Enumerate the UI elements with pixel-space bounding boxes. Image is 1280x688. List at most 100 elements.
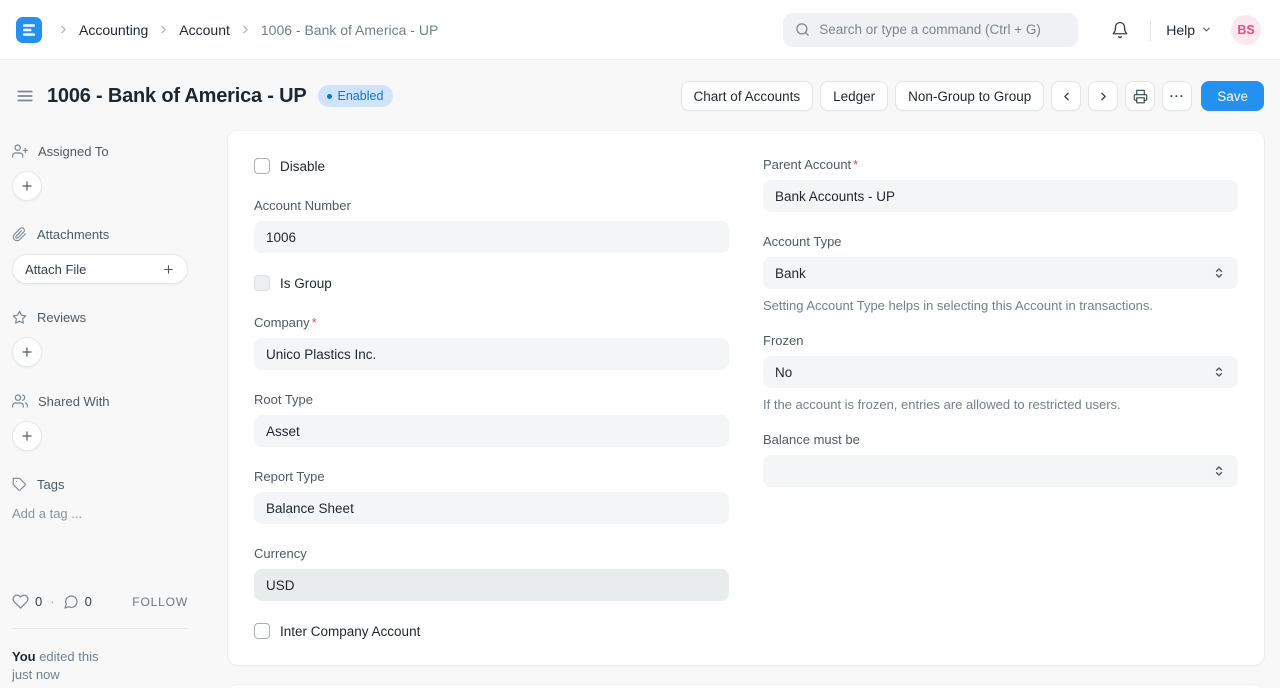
- ledger-button[interactable]: Ledger: [820, 81, 888, 111]
- comment-bubble-icon[interactable]: [63, 594, 79, 610]
- root-type-input[interactable]: Asset: [254, 415, 729, 447]
- top-navbar: Accounting Account 1006 - Bank of Americ…: [0, 0, 1280, 60]
- parent-account-input[interactable]: Bank Accounts - UP: [763, 180, 1238, 212]
- paperclip-icon: [12, 227, 27, 242]
- root-type-field: Root Type Asset: [254, 392, 729, 447]
- activity-edited: You edited this just now: [12, 648, 188, 685]
- follow-button[interactable]: FOLLOW: [132, 595, 188, 609]
- breadcrumb-current: 1006 - Bank of America - UP: [261, 22, 438, 38]
- previous-record-button[interactable]: [1051, 81, 1081, 111]
- report-type-label: Report Type: [254, 469, 729, 484]
- shared-with-section: Shared With: [12, 389, 188, 451]
- status-badge: Enabled: [318, 85, 394, 107]
- frozen-label: Frozen: [763, 333, 1238, 348]
- is-group-field: Is Group: [254, 275, 729, 291]
- status-dot-icon: [327, 94, 332, 99]
- currency-label: Currency: [254, 546, 729, 561]
- is-group-label: Is Group: [280, 276, 332, 291]
- breadcrumb-accounting[interactable]: Accounting: [79, 22, 148, 38]
- add-assignment-button[interactable]: [12, 171, 42, 201]
- disable-field: Disable: [254, 158, 729, 174]
- divider: [12, 628, 188, 629]
- account-number-input[interactable]: 1006: [254, 221, 729, 253]
- required-asterisk: *: [853, 157, 858, 172]
- plus-icon: [162, 263, 175, 276]
- account-type-select[interactable]: Bank: [763, 257, 1238, 289]
- global-search[interactable]: [783, 13, 1078, 47]
- root-type-label: Root Type: [254, 392, 729, 407]
- disable-label[interactable]: Disable: [280, 159, 325, 174]
- more-actions-button[interactable]: ···: [1162, 81, 1192, 111]
- account-type-help: Setting Account Type helps in selecting …: [763, 298, 1238, 313]
- disable-checkbox[interactable]: [254, 158, 270, 174]
- company-field: Company* Unico Plastics Inc.: [254, 315, 729, 370]
- company-input[interactable]: Unico Plastics Inc.: [254, 338, 729, 370]
- select-chevrons-icon: [1212, 365, 1226, 379]
- frozen-help: If the account is frozen, entries are al…: [763, 397, 1238, 412]
- comment-count: 0: [85, 594, 92, 609]
- status-label: Enabled: [338, 89, 384, 103]
- chevron-right-icon: [157, 23, 170, 36]
- chart-of-accounts-button[interactable]: Chart of Accounts: [681, 81, 814, 111]
- help-label: Help: [1166, 22, 1195, 38]
- frozen-select[interactable]: No: [763, 356, 1238, 388]
- star-icon: [12, 310, 27, 325]
- count-separator: ·: [50, 594, 54, 609]
- report-type-field: Report Type Balance Sheet: [254, 469, 729, 524]
- breadcrumb-account[interactable]: Account: [179, 22, 230, 38]
- avatar-initials: BS: [1237, 23, 1254, 37]
- user-plus-icon: [12, 143, 28, 159]
- tags-label: Tags: [37, 477, 64, 492]
- divider: [1150, 19, 1151, 41]
- search-input[interactable]: [819, 22, 1066, 37]
- parent-account-field: Parent Account* Bank Accounts - UP: [763, 157, 1238, 212]
- save-button[interactable]: Save: [1201, 81, 1264, 111]
- print-button[interactable]: [1125, 81, 1155, 111]
- inter-company-checkbox[interactable]: [254, 623, 270, 639]
- sidebar-toggle-icon[interactable]: [12, 83, 38, 109]
- is-group-checkbox: [254, 275, 270, 291]
- like-heart-icon[interactable]: [12, 593, 29, 610]
- add-review-button[interactable]: [12, 337, 42, 367]
- chevron-right-icon: [239, 23, 252, 36]
- assigned-to-label: Assigned To: [38, 144, 109, 159]
- help-menu[interactable]: Help: [1166, 22, 1212, 38]
- next-record-button[interactable]: [1088, 81, 1118, 111]
- frozen-field: Frozen No If the account is frozen, entr…: [763, 333, 1238, 412]
- attachments-label: Attachments: [37, 227, 109, 242]
- reviews-label: Reviews: [37, 310, 86, 325]
- chevron-down-icon: [1201, 24, 1212, 35]
- attach-file-label: Attach File: [25, 262, 86, 277]
- erpnext-logo-icon[interactable]: [16, 17, 42, 43]
- parent-account-label-text: Parent Account: [763, 157, 851, 172]
- attach-file-button[interactable]: Attach File: [12, 254, 188, 284]
- activity-when: just now: [12, 667, 60, 682]
- parent-account-label: Parent Account*: [763, 157, 1238, 172]
- activity-who: You: [12, 649, 36, 664]
- currency-input[interactable]: USD: [254, 569, 729, 601]
- account-number-label: Account Number: [254, 198, 729, 213]
- account-type-value: Bank: [775, 266, 806, 281]
- add-share-button[interactable]: [12, 421, 42, 451]
- page-header: 1006 - Bank of America - UP Enabled Char…: [0, 60, 1280, 131]
- currency-field: Currency USD: [254, 546, 729, 601]
- tags-section: Tags Add a tag ...: [12, 473, 188, 523]
- notifications-bell-icon[interactable]: [1111, 21, 1129, 39]
- like-count: 0: [35, 594, 42, 609]
- balance-must-be-label: Balance must be: [763, 432, 1238, 447]
- sidebar-footer: 0 · 0 FOLLOW You edited this just now Yo…: [12, 593, 188, 688]
- users-icon: [12, 393, 28, 409]
- inter-company-label[interactable]: Inter Company Account: [280, 624, 420, 639]
- account-number-field: Account Number 1006: [254, 198, 729, 253]
- shared-with-label: Shared With: [38, 394, 110, 409]
- balance-must-be-field: Balance must be: [763, 432, 1238, 487]
- company-label: Company*: [254, 315, 729, 330]
- account-type-field: Account Type Bank Setting Account Type h…: [763, 234, 1238, 313]
- report-type-input[interactable]: Balance Sheet: [254, 492, 729, 524]
- assigned-to-section: Assigned To: [12, 139, 188, 201]
- inter-company-field: Inter Company Account: [254, 623, 729, 639]
- user-avatar[interactable]: BS: [1231, 15, 1261, 45]
- balance-must-be-select[interactable]: [763, 455, 1238, 487]
- add-tag-input[interactable]: Add a tag ...: [12, 504, 188, 523]
- non-group-to-group-button[interactable]: Non-Group to Group: [895, 81, 1044, 111]
